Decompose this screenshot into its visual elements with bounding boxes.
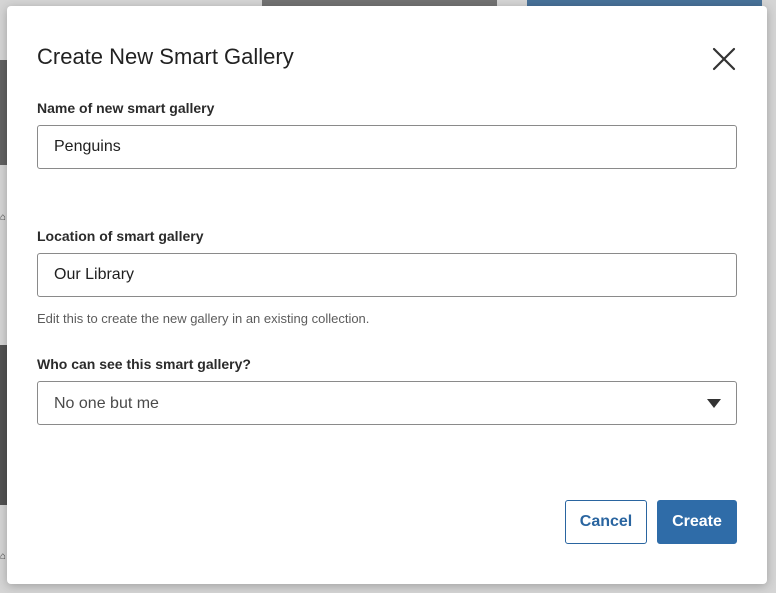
caret-down-icon (707, 399, 721, 408)
create-button[interactable]: Create (657, 500, 737, 544)
close-button[interactable] (708, 43, 740, 75)
visibility-selected-value: No one but me (54, 395, 159, 412)
cancel-button[interactable]: Cancel (565, 500, 647, 544)
visibility-field-label: Who can see this smart gallery? (37, 356, 251, 372)
location-help-text: Edit this to create the new gallery in a… (37, 311, 370, 326)
dialog-title: Create New Smart Gallery (37, 44, 294, 69)
gallery-location-input[interactable] (37, 253, 737, 297)
location-field-label: Location of smart gallery (37, 228, 204, 244)
close-icon (712, 47, 736, 71)
name-field-label: Name of new smart gallery (37, 100, 215, 116)
create-smart-gallery-dialog: Create New Smart Gallery Name of new sma… (7, 6, 767, 584)
visibility-select[interactable]: No one but me (37, 381, 737, 425)
gallery-name-input[interactable] (37, 125, 737, 169)
